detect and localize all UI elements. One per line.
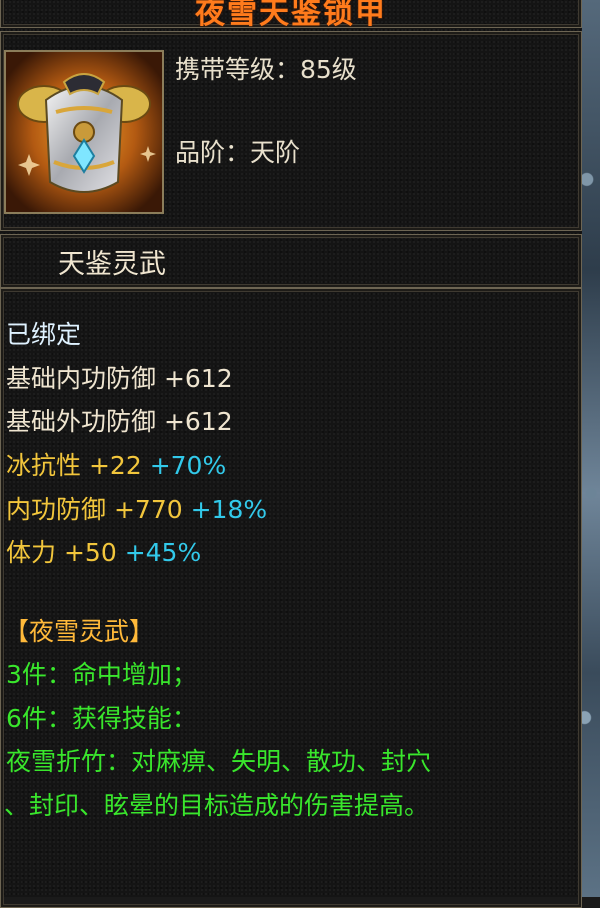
stat-percent: +18% <box>190 495 268 524</box>
stat-label: 内功防御 <box>6 495 107 524</box>
set-effect-line: 3件：命中增加； <box>6 660 197 689</box>
stat-label: 体力 <box>6 538 57 567</box>
item-title: 夜雪天鉴锁甲 <box>195 0 387 31</box>
item-name: 天鉴灵武 <box>58 249 166 280</box>
stat-value: +612 <box>163 364 233 393</box>
base-stat-row: 基础内功防御 +612 <box>6 359 233 395</box>
stat-value: +22 <box>88 451 142 480</box>
item-tooltip-panel: 夜雪天鉴锁甲 携带等级：85级 品阶：天阶 天鉴灵武 已绑定 基础内功防御 +6… <box>0 0 582 908</box>
bonus-stat-row: 内功防御 +770 +18% <box>6 490 267 526</box>
set-skill-line: 夜雪折竹：对麻痹、失明、散功、封穴 <box>6 747 432 776</box>
stat-value: +612 <box>163 407 233 436</box>
stat-value: +50 <box>63 538 117 567</box>
level-requirement: 携带等级：85级 <box>175 55 357 84</box>
set-skill-line: 、封印、眩晕的目标造成的伤害提高。 <box>4 791 430 820</box>
stat-label: 基础内功防御 <box>6 364 157 393</box>
item-grade: 品阶：天阶 <box>175 138 301 167</box>
stat-value: +770 <box>113 495 183 524</box>
armor-chest-icon <box>4 50 164 214</box>
set-effect-line: 6件：获得技能： <box>6 704 197 733</box>
bonus-stat-row: 体力 +50 +45% <box>6 533 201 569</box>
stat-label: 冰抗性 <box>6 451 82 480</box>
stat-percent: +70% <box>149 451 227 480</box>
set-name: 【夜雪灵武】 <box>4 617 155 646</box>
bonus-stat-row: 冰抗性 +22 +70% <box>6 446 226 482</box>
bound-status: 已绑定 <box>6 320 82 349</box>
stat-label: 基础外功防御 <box>6 407 157 436</box>
stat-percent: +45% <box>124 538 202 567</box>
base-stat-row: 基础外功防御 +612 <box>6 402 233 438</box>
